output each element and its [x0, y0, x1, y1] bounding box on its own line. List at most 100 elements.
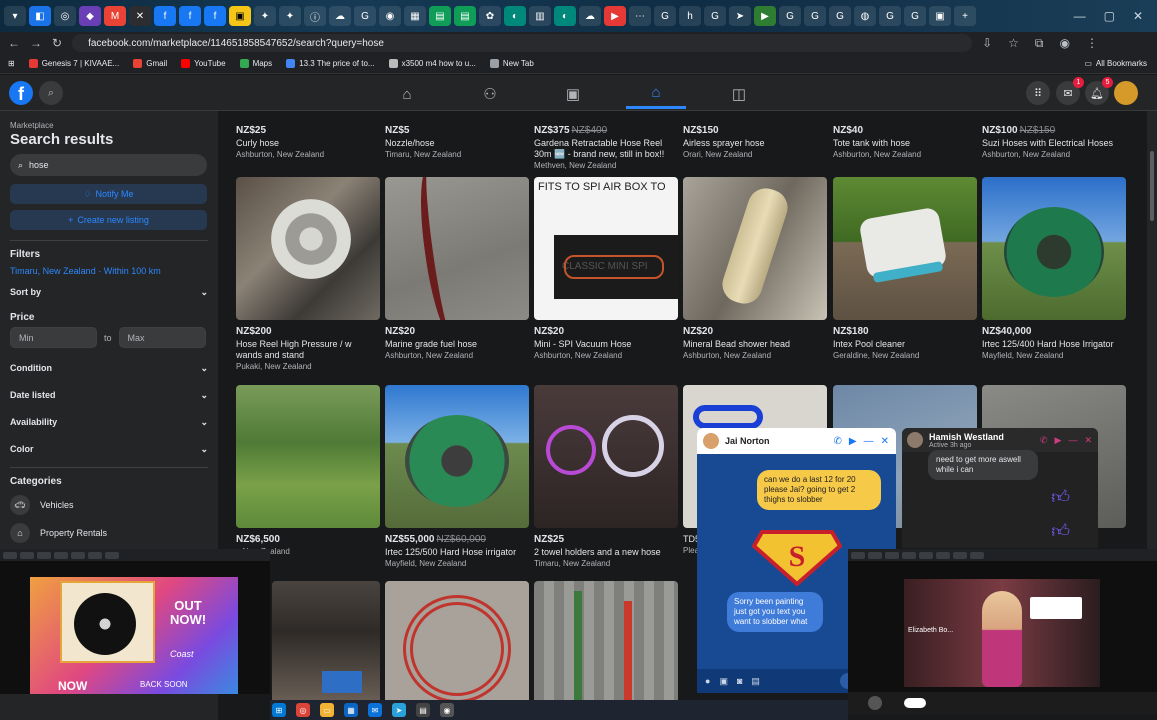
minimize-chat-icon[interactable]: —	[1068, 435, 1077, 446]
profile-avatar-icon[interactable]: ◉	[1059, 36, 1069, 51]
search-input[interactable]: ⌕ hose	[10, 154, 207, 176]
tab-7[interactable]: ✦	[279, 6, 301, 26]
overlay-video-right[interactable]: Elizabeth Bo...	[848, 549, 1157, 714]
scrollbar-thumb[interactable]	[1150, 151, 1154, 221]
tab-18[interactable]: ◐	[554, 6, 576, 26]
phone-icon[interactable]: ✆	[834, 436, 842, 447]
image-icon[interactable]: ▣	[719, 676, 728, 687]
gif-icon[interactable]: ▤	[751, 676, 760, 687]
tab-28[interactable]: G	[804, 6, 826, 26]
color-dropdown[interactable]: Color ⌄	[10, 443, 208, 455]
tab-search-icon[interactable]: ▾	[4, 6, 26, 26]
reload-icon[interactable]: ↻	[52, 36, 62, 50]
tab-14[interactable]: ▤	[454, 6, 476, 26]
notifications-icon[interactable]: 🔔︎ 5	[1085, 77, 1113, 105]
listing-card[interactable]: NZ$25 Curly hose Ashburton, New Zealand	[236, 119, 380, 159]
new-tab-button[interactable]: +	[954, 6, 976, 26]
telegram-icon[interactable]: ➤	[392, 703, 406, 717]
close-window-icon[interactable]: ✕	[1133, 9, 1143, 23]
tab-10[interactable]: G	[354, 6, 376, 26]
tab-23[interactable]: h	[679, 6, 701, 26]
url-input[interactable]: facebook.com/marketplace/114651858547652…	[72, 34, 973, 52]
tab-19[interactable]: ☁	[579, 6, 601, 26]
bookmark-4[interactable]: 13.3 The price of to...	[286, 59, 375, 68]
listing-card[interactable]: NZ$20 Mineral Bead shower head Ashburton…	[683, 177, 827, 360]
friends-icon[interactable]: ⚇	[460, 79, 520, 109]
home-icon[interactable]: ⌂	[377, 79, 437, 109]
close-chat-icon[interactable]: ✕	[881, 436, 889, 447]
tab-21[interactable]: ⋯	[629, 6, 651, 26]
tab-31[interactable]: G	[879, 6, 901, 26]
category-vehicles[interactable]: 🚗︎ Vehicles	[10, 495, 208, 515]
calculator-icon[interactable]: ▦	[344, 703, 358, 717]
listing-card[interactable]: NZ$20 Marine grade fuel hose Ashburton, …	[385, 177, 529, 360]
tab-17[interactable]: ▥	[529, 6, 551, 26]
tab-29[interactable]: G	[829, 6, 851, 26]
listing-card[interactable]: NZ$6,500 ...New Zealand	[236, 385, 380, 556]
tab-2[interactable]: ◎	[54, 6, 76, 26]
listing-card[interactable]: FITS TO SPI AIR BOX TO CLASSIC MINI SPI …	[534, 177, 678, 360]
windows-icon[interactable]: ⊞	[272, 703, 286, 717]
camera-icon[interactable]: ◉	[440, 703, 454, 717]
tab-26[interactable]: ▶	[754, 6, 776, 26]
video-icon[interactable]: ▶	[1055, 435, 1062, 446]
listing-card[interactable]: NZ$25 2 towel holders and a new hose Tim…	[534, 385, 678, 568]
watch-icon[interactable]: ▣	[543, 79, 603, 109]
chrome-icon[interactable]: ◎	[296, 703, 310, 717]
listing-card[interactable]: NZ$375 NZ$400 Gardena Retractable Hose Re…	[534, 119, 678, 170]
tab-20[interactable]: ▶	[604, 6, 626, 26]
max-price-input[interactable]: Max	[118, 327, 206, 348]
mic-icon[interactable]: ●	[705, 676, 710, 686]
tab-4[interactable]: M	[104, 6, 126, 26]
bookmark-2[interactable]: YouTube	[181, 59, 226, 68]
bookmark-1[interactable]: Gmail	[133, 59, 167, 68]
listing-card[interactable]: NZ$5 Nozzle/hose Timaru, New Zealand	[385, 119, 529, 159]
tab-1[interactable]: ◧	[29, 6, 51, 26]
all-bookmarks[interactable]: ▭ All Bookmarks	[1084, 59, 1157, 68]
bookmark-0[interactable]: Genesis 7 | KIVAAE...	[28, 59, 119, 68]
forward-icon[interactable]: →	[30, 36, 42, 50]
bookmark-5[interactable]: x3500 m4 how to u...	[388, 59, 476, 68]
sticker-icon[interactable]: ◙	[737, 676, 742, 686]
notify-me-button[interactable]: ♢ Notify Me	[10, 184, 207, 204]
apps-grid-icon[interactable]: ⊞	[8, 59, 15, 68]
listing-card[interactable]: NZ$150 Airless sprayer hose Orari, New Z…	[683, 119, 827, 159]
avatar[interactable]	[703, 433, 719, 449]
tab-6[interactable]: ✦	[254, 6, 276, 26]
outlook-icon[interactable]: ✉	[368, 703, 382, 717]
page-scrollbar[interactable]	[1147, 111, 1157, 549]
tab-12[interactable]: ▦	[404, 6, 426, 26]
gaming-icon[interactable]: ◫	[709, 79, 769, 109]
folder-icon[interactable]: ▭	[320, 703, 334, 717]
availability-dropdown[interactable]: Availability ⌄	[10, 416, 208, 428]
facebook-logo[interactable]: f	[9, 81, 33, 105]
location-filter[interactable]: Timaru, New Zealand · Within 100 km	[10, 266, 208, 276]
listing-card[interactable]: NZ$100 NZ$150 Suzi Hoses with Electrical …	[982, 119, 1126, 159]
condition-dropdown[interactable]: Condition ⌄	[10, 362, 208, 374]
listing-card[interactable]: NZ$55,000 NZ$60,000 Irtec 125/500 Hard Ho…	[385, 385, 529, 568]
chat-header[interactable]: Hamish Westland Active 3h ago ✆ ▶ — ✕	[902, 428, 1098, 452]
chat-contact-name[interactable]: Jai Norton	[725, 436, 770, 446]
chat-contact-name[interactable]: Hamish Westland	[929, 432, 1004, 442]
video-icon[interactable]: ▶	[849, 436, 857, 447]
maximize-icon[interactable]: ▢	[1104, 9, 1115, 23]
bookmark-3[interactable]: Maps	[239, 59, 272, 68]
tab-8[interactable]: ⓘ	[304, 6, 326, 26]
tab-9[interactable]: ☁	[329, 6, 351, 26]
tab-active-close-icon[interactable]: ✕	[129, 6, 151, 26]
category-property-rentals[interactable]: ⌂ Property Rentals	[10, 523, 208, 543]
listing-card[interactable]	[385, 581, 529, 709]
tab-25[interactable]: ➤	[729, 6, 751, 26]
tab-facebook-1[interactable]: f	[154, 6, 176, 26]
tab-24[interactable]: G	[704, 6, 726, 26]
bookmark-6[interactable]: New Tab	[489, 59, 534, 68]
messenger-icon[interactable]: ✉ 1	[1056, 77, 1084, 105]
min-price-input[interactable]: Min	[10, 327, 97, 348]
tab-27[interactable]: G	[779, 6, 801, 26]
extensions-icon[interactable]: ⧉	[1035, 36, 1044, 51]
minimize-icon[interactable]: —	[1074, 9, 1086, 23]
avatar[interactable]	[907, 432, 923, 448]
install-icon[interactable]: ⇩	[982, 36, 992, 51]
listing-card[interactable]: NZ$180 Intex Pool cleaner Geraldine, New…	[833, 177, 977, 360]
tab-13[interactable]: ▤	[429, 6, 451, 26]
